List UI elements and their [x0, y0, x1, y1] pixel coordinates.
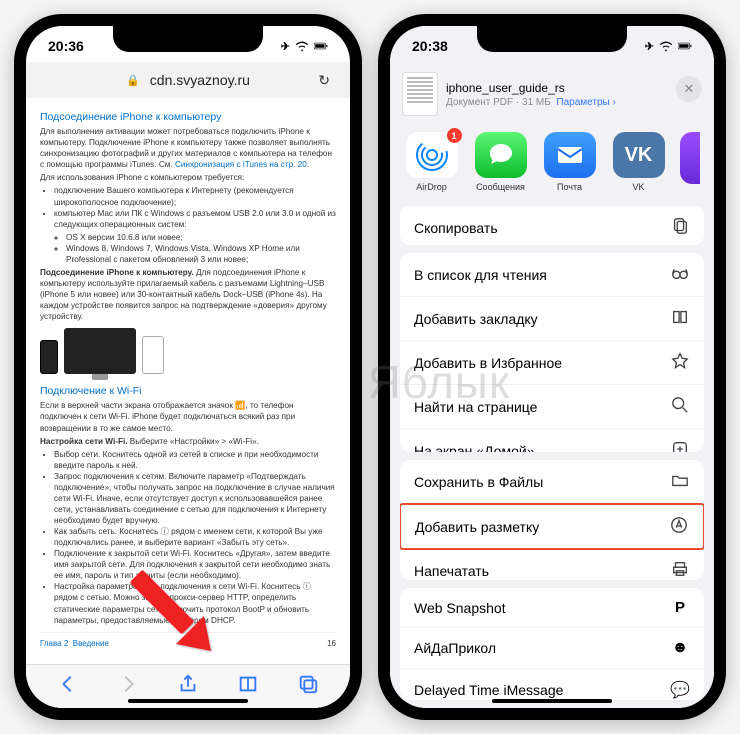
- action-save-files[interactable]: Сохранить в Файлы: [400, 460, 704, 504]
- phone-right: 20:38 ✈ iphone_user_guide_rs Документ PD…: [378, 14, 726, 720]
- address-bar[interactable]: 🔒 cdn.svyaznoy.ru ↻: [26, 62, 350, 98]
- battery-icon: [678, 40, 692, 52]
- delayed-icon: 💬: [670, 680, 690, 700]
- action-aida[interactable]: АйДаПрикол ☻: [400, 628, 704, 669]
- document-content[interactable]: Подсоединение iPhone к компьютеру Для вы…: [26, 98, 350, 664]
- document-thumbnail: [402, 72, 438, 116]
- airdrop-badge: 1: [447, 128, 462, 143]
- search-icon: [670, 396, 690, 417]
- glasses-icon: [670, 264, 690, 285]
- action-reading-list[interactable]: В список для чтения: [400, 253, 704, 297]
- action-group-1: Скопировать: [400, 206, 704, 245]
- action-group-2: В список для чтения Добавить закладку До…: [400, 253, 704, 452]
- aida-icon: ☻: [670, 639, 690, 657]
- doc-heading-connect: Подсоединение iPhone к компьютеру: [40, 110, 336, 124]
- markup-icon: [669, 516, 689, 537]
- status-icons: ✈: [645, 40, 692, 53]
- book-icon: [670, 308, 690, 329]
- share-file-subtitle: Документ PDF · 31 МБ Параметры ›: [446, 97, 616, 108]
- reload-icon[interactable]: ↻: [318, 72, 330, 89]
- share-options-link[interactable]: Параметры: [556, 97, 609, 108]
- battery-icon: [314, 40, 328, 52]
- action-delayed[interactable]: Delayed Time iMessage 💬: [400, 669, 704, 700]
- close-button[interactable]: ✕: [676, 76, 702, 102]
- notch: [477, 26, 627, 52]
- action-copy[interactable]: Скопировать: [400, 206, 704, 245]
- share-app-messages[interactable]: Сообщения: [473, 132, 528, 192]
- share-app-mail[interactable]: Почта: [542, 132, 597, 192]
- share-button[interactable]: [177, 673, 199, 700]
- home-indicator[interactable]: [128, 699, 248, 703]
- tabs-button[interactable]: [297, 673, 319, 700]
- printer-icon: [670, 560, 690, 580]
- star-icon: [670, 352, 690, 373]
- doc-heading-wifi: Подключение к Wi-Fi: [40, 384, 336, 398]
- add-home-icon: [670, 440, 690, 452]
- share-app-airdrop[interactable]: 1 AirDrop: [404, 132, 459, 192]
- action-print[interactable]: Напечатать: [400, 549, 704, 580]
- wifi-icon: [659, 40, 673, 52]
- phone-left: 20:36 ✈ 🔒 cdn.svyaznoy.ru ↻ Подсоединени…: [14, 14, 362, 720]
- status-time: 20:36: [48, 38, 84, 54]
- action-bookmark[interactable]: Добавить закладку: [400, 297, 704, 341]
- status-time: 20:38: [412, 38, 448, 54]
- action-find[interactable]: Найти на странице: [400, 385, 704, 429]
- notch: [113, 26, 263, 52]
- action-markup[interactable]: Добавить разметку: [400, 503, 704, 550]
- doc-footer: Глава 2 Введение 16: [40, 632, 336, 650]
- forward-button: [117, 673, 139, 700]
- lock-icon: 🔒: [126, 74, 140, 87]
- airplane-icon: ✈: [645, 40, 654, 53]
- url-host: cdn.svyaznoy.ru: [150, 72, 250, 88]
- share-header: iphone_user_guide_rs Документ PDF · 31 М…: [390, 62, 714, 128]
- action-favorite[interactable]: Добавить в Избранное: [400, 341, 704, 385]
- action-group-4: Web Snapshot P АйДаПрикол ☻ Delayed Time…: [400, 588, 704, 700]
- websnap-icon: P: [670, 599, 690, 616]
- status-icons: ✈: [281, 40, 328, 53]
- action-homescreen[interactable]: На экран «Домой»: [400, 429, 704, 452]
- airdrop-icon: [415, 138, 449, 172]
- doc-link-itunes[interactable]: Синхронизация с iTunes на стр. 20: [175, 160, 307, 169]
- messages-icon: [486, 140, 516, 170]
- share-file-title: iphone_user_guide_rs: [446, 81, 616, 95]
- action-websnap[interactable]: Web Snapshot P: [400, 588, 704, 628]
- share-app-vk[interactable]: VK VK: [611, 132, 666, 192]
- back-button[interactable]: [57, 673, 79, 700]
- vk-icon: VK: [613, 132, 665, 178]
- folder-icon: [670, 471, 690, 492]
- airplane-icon: ✈: [281, 40, 290, 53]
- mail-icon: [554, 139, 586, 171]
- share-app-more[interactable]: [680, 132, 700, 192]
- bookmarks-button[interactable]: [237, 673, 259, 700]
- share-app-row[interactable]: 1 AirDrop Сообщения Почта VK VK: [390, 128, 714, 206]
- home-indicator[interactable]: [492, 699, 612, 703]
- wifi-icon: [295, 40, 309, 52]
- action-group-3: Сохранить в Файлы Добавить разметку Напе…: [400, 460, 704, 580]
- device-illustration: [40, 328, 336, 374]
- copy-icon: [670, 217, 690, 238]
